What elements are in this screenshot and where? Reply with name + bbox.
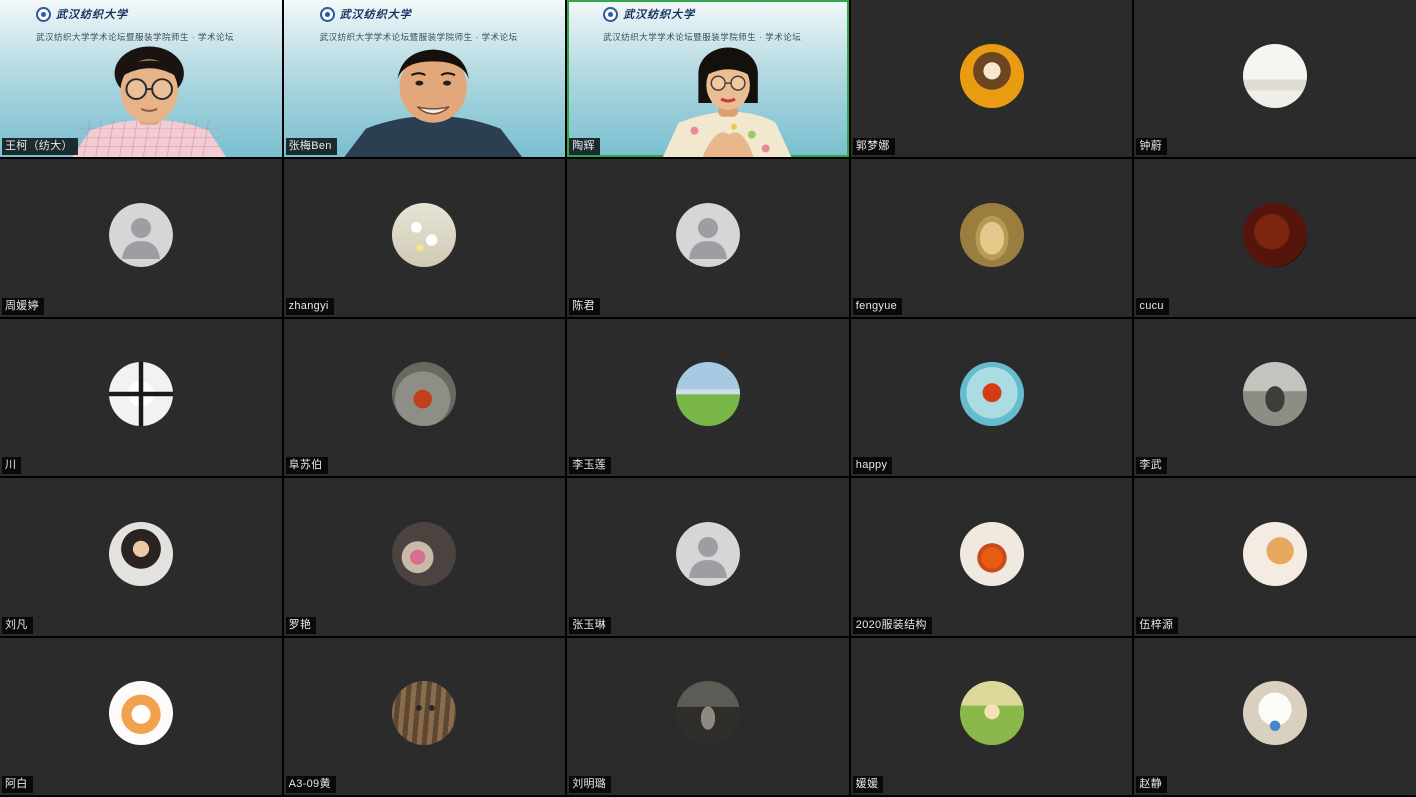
golden-dress-sketch-avatar xyxy=(960,203,1024,267)
person-in-green-field-avatar xyxy=(960,681,1024,745)
participant-avatar-tile[interactable]: 阿白 xyxy=(0,638,282,795)
participant-avatar-tile[interactable]: 阜苏伯 xyxy=(284,319,566,476)
participant-name-label: 钟蔚 xyxy=(1136,138,1167,155)
default-person-silhouette-icon xyxy=(676,522,740,586)
tabby-cat-photo-avatar xyxy=(392,681,456,745)
participant-name-label: 媛媛 xyxy=(853,776,884,793)
participant-name-label: zhangyi xyxy=(286,298,334,315)
participant-avatar-tile[interactable]: 赵静 xyxy=(1134,638,1416,795)
participant-name-label: 周媛婷 xyxy=(2,298,44,315)
participant-avatar-tile[interactable]: happy xyxy=(851,319,1133,476)
participant-avatar-tile[interactable]: 郭梦娜 xyxy=(851,0,1133,157)
participant-name-label: 郭梦娜 xyxy=(853,138,895,155)
participant-name-label: 赵静 xyxy=(1136,776,1167,793)
person-figure xyxy=(567,0,849,157)
orange-glass-cup-avatar xyxy=(960,522,1024,586)
participant-avatar-tile[interactable]: 川 xyxy=(0,319,282,476)
participant-avatar-tile[interactable]: 伍梓源 xyxy=(1134,478,1416,635)
participant-name-label: 王柯（纺大） xyxy=(2,138,78,155)
participant-avatar-tile[interactable]: 陈君 xyxy=(567,159,849,316)
participant-name-label: 阿白 xyxy=(2,776,33,793)
shiba-dog-avatar xyxy=(1243,522,1307,586)
participant-name-label: 李玉莲 xyxy=(569,457,611,474)
participant-avatar-tile[interactable]: zhangyi xyxy=(284,159,566,316)
default-person-avatar xyxy=(676,203,740,267)
black-white-compass-logo-avatar xyxy=(109,362,173,426)
cartoon-girl-avatar xyxy=(960,44,1024,108)
participant-avatar-tile[interactable]: 刘凡 xyxy=(0,478,282,635)
default-person-silhouette-icon xyxy=(109,203,173,267)
apple-on-teal-avatar xyxy=(960,362,1024,426)
participant-name-label: 陈君 xyxy=(569,298,600,315)
participant-name-label: happy xyxy=(853,457,892,474)
cartoon-bunny-orange-hood-avatar xyxy=(109,681,173,745)
participant-name-label: fengyue xyxy=(853,298,902,315)
participant-name-label: 张玉琳 xyxy=(569,617,611,634)
participant-name-label: cucu xyxy=(1136,298,1168,315)
default-person-avatar xyxy=(676,522,740,586)
participant-name-label: 李武 xyxy=(1136,457,1167,474)
person-in-red-photo-avatar xyxy=(392,362,456,426)
participant-avatar-tile[interactable]: cucu xyxy=(1134,159,1416,316)
participant-avatar-tile[interactable]: 李玉莲 xyxy=(567,319,849,476)
participant-name-label: 2020服装结构 xyxy=(853,617,932,634)
participant-name-label: 阜苏伯 xyxy=(286,457,328,474)
dark-red-abstract-avatar xyxy=(1243,203,1307,267)
participant-gallery-grid: 武汉纺织大学武汉纺织大学学术论坛暨服装学院师生 · 学术论坛王柯（纺大）武汉纺织… xyxy=(0,0,1416,795)
participant-avatar-tile[interactable]: 张玉琳 xyxy=(567,478,849,635)
participant-avatar-tile[interactable]: 周媛婷 xyxy=(0,159,282,316)
participant-name-label: 伍梓源 xyxy=(1136,617,1178,634)
participant-name-label: A3-09黄 xyxy=(286,776,336,793)
default-person-avatar xyxy=(109,203,173,267)
participant-avatar-tile[interactable]: 李武 xyxy=(1134,319,1416,476)
participant-video-tile[interactable]: 武汉纺织大学武汉纺织大学学术论坛暨服装学院师生 · 学术论坛王柯（纺大） xyxy=(0,0,282,157)
two-people-outdoor-photo-avatar xyxy=(1243,362,1307,426)
participant-name-label: 陶辉 xyxy=(569,138,600,155)
pale-landscape-avatar xyxy=(1243,44,1307,108)
participant-avatar-tile[interactable]: 刘明璐 xyxy=(567,638,849,795)
person-figure xyxy=(0,0,282,157)
daisy-flowers-avatar xyxy=(392,203,456,267)
participant-video-tile[interactable]: 武汉纺织大学武汉纺织大学学术论坛暨服装学院师生 · 学术论坛张梅Ben xyxy=(284,0,566,157)
participant-avatar-tile[interactable]: 媛媛 xyxy=(851,638,1133,795)
default-person-silhouette-icon xyxy=(676,203,740,267)
participant-avatar-tile[interactable]: 罗艳 xyxy=(284,478,566,635)
participant-name-label: 张梅Ben xyxy=(286,138,337,155)
grassland-sky-avatar xyxy=(676,362,740,426)
participant-avatar-tile[interactable]: A3-09黄 xyxy=(284,638,566,795)
woman-portrait-photo-avatar xyxy=(109,522,173,586)
participant-avatar-tile[interactable]: 2020服装结构 xyxy=(851,478,1133,635)
participant-avatar-tile[interactable]: fengyue xyxy=(851,159,1133,316)
dark-alley-photo-avatar xyxy=(676,681,740,745)
participant-video-tile[interactable]: 武汉纺织大学武汉纺织大学学术论坛暨服装学院师生 · 学术论坛陶辉 xyxy=(567,0,849,157)
cartoon-animal-blue-bow-avatar xyxy=(1243,681,1307,745)
participant-name-label: 刘明璐 xyxy=(569,776,611,793)
participant-name-label: 刘凡 xyxy=(2,617,33,634)
participant-name-label: 川 xyxy=(2,457,21,474)
participant-name-label: 罗艳 xyxy=(286,617,317,634)
person-figure xyxy=(284,0,566,157)
participant-avatar-tile[interactable]: 钟蔚 xyxy=(1134,0,1416,157)
dark-group-photo-avatar xyxy=(392,522,456,586)
